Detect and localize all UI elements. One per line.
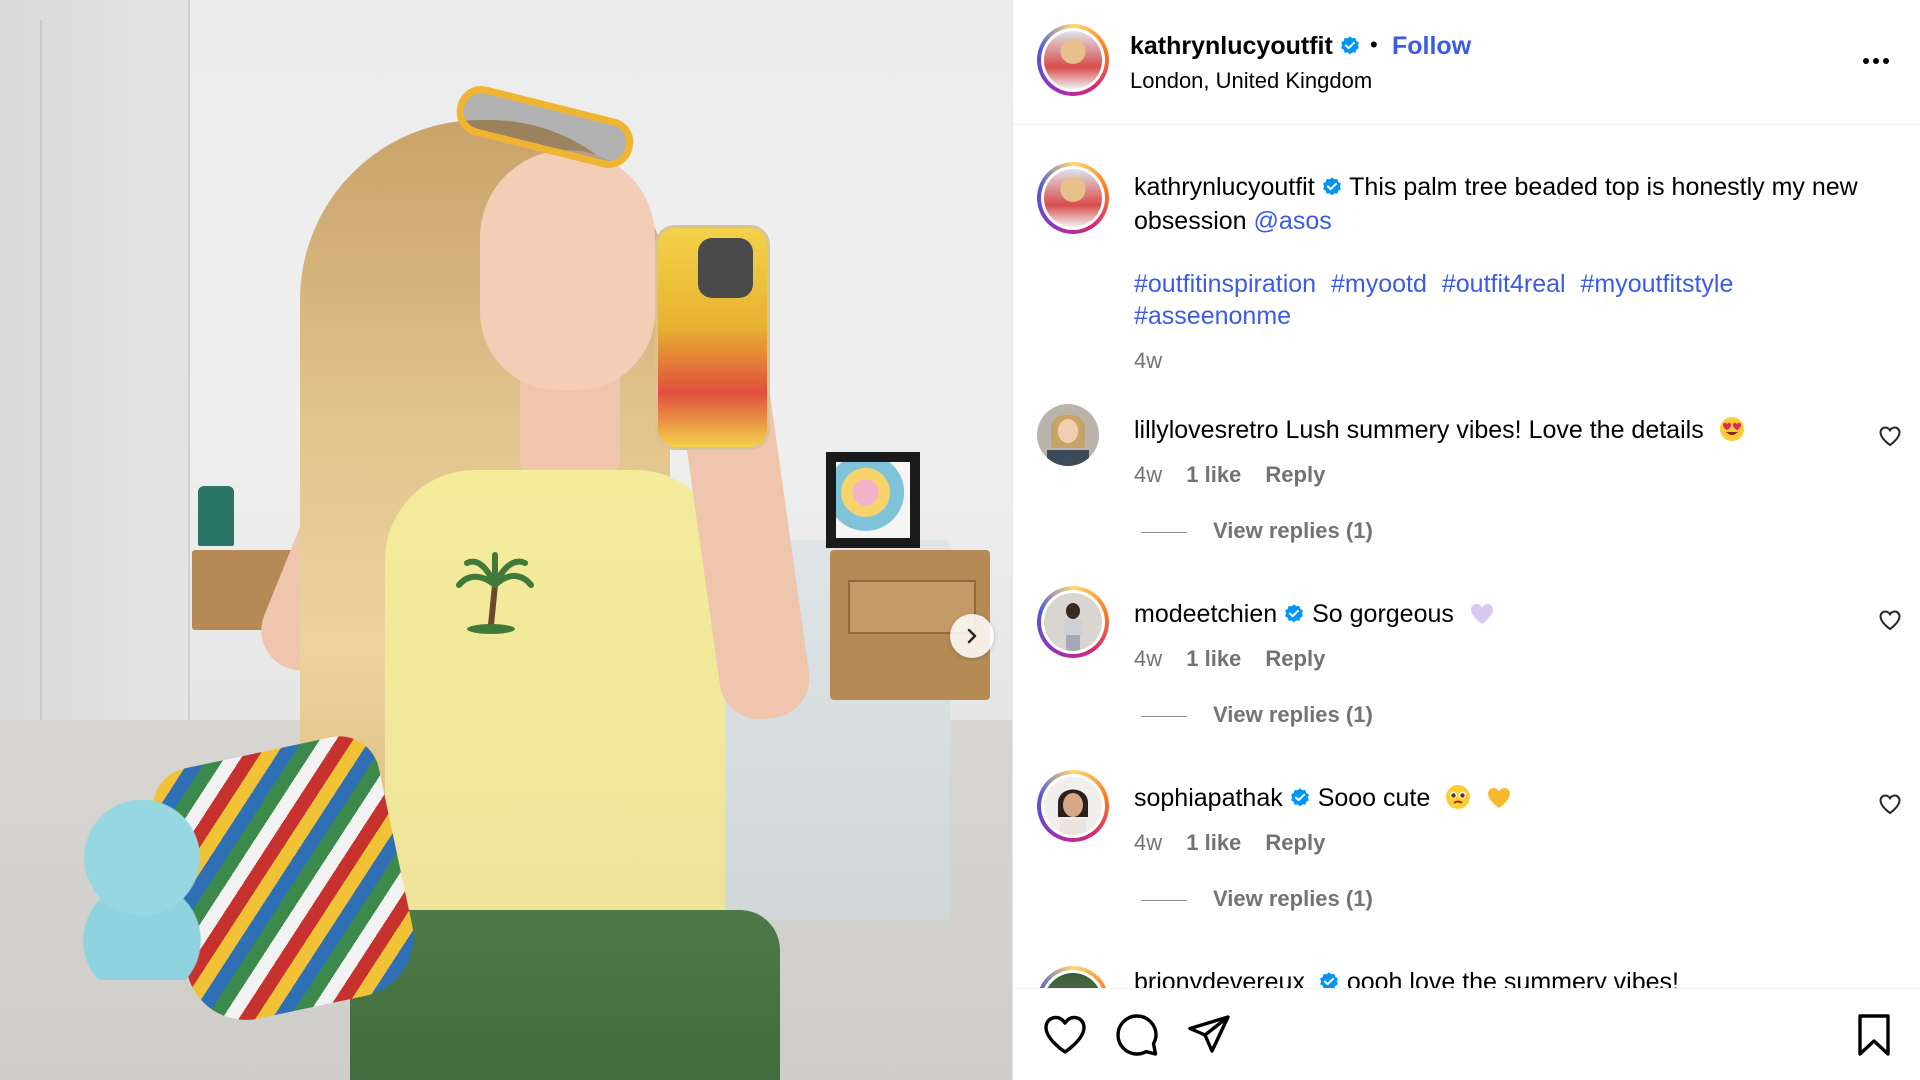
caption-mention[interactable]: @asos bbox=[1254, 207, 1332, 235]
comment-body: oooh love the summery vibes! bbox=[1346, 968, 1679, 988]
photo-face bbox=[480, 150, 655, 390]
next-image-button[interactable] bbox=[950, 614, 994, 658]
commenter-avatar[interactable] bbox=[1037, 586, 1109, 658]
comment-body: Lush summery vibes! Love the details bbox=[1285, 416, 1704, 444]
photo-frame bbox=[826, 452, 920, 548]
send-icon[interactable] bbox=[1185, 1011, 1233, 1059]
comment-timestamp[interactable]: 4w bbox=[1134, 830, 1162, 855]
bookmark-icon[interactable] bbox=[1850, 1011, 1898, 1059]
photo-lamp bbox=[198, 486, 234, 546]
comment-like-heart-icon[interactable] bbox=[1878, 792, 1902, 816]
avatar-photo bbox=[1044, 777, 1102, 835]
comment-username[interactable]: brionydevereux bbox=[1134, 968, 1305, 988]
hashtag-link[interactable]: #asseenonme bbox=[1134, 302, 1291, 330]
commenter-avatar[interactable] bbox=[1037, 966, 1109, 988]
comments-feed[interactable]: kathrynlucyoutfit This palm tree beaded … bbox=[1013, 126, 1920, 988]
heart-icon[interactable] bbox=[1041, 1011, 1089, 1059]
comment-text: lillylovesretro Lush summery vibes! Love… bbox=[1134, 416, 1745, 445]
view-replies-button[interactable]: View replies (1) bbox=[1141, 702, 1373, 728]
photo-skirt bbox=[350, 910, 780, 1080]
caption-avatar[interactable] bbox=[1037, 162, 1109, 234]
photo-phone bbox=[655, 225, 770, 450]
author-avatar[interactable] bbox=[1037, 24, 1109, 96]
comment-like-heart-icon[interactable] bbox=[1878, 424, 1902, 448]
verified-badge-icon bbox=[1340, 36, 1359, 55]
comment-reply-button[interactable]: Reply bbox=[1265, 462, 1325, 487]
hashtag-link[interactable]: #outfitinspiration bbox=[1134, 270, 1316, 298]
post-details-panel: kathrynlucyoutfit • Follow London, Unite… bbox=[1012, 0, 1920, 1080]
comment-likes[interactable]: 1 like bbox=[1186, 462, 1241, 487]
pleading-face-emoji-icon bbox=[1446, 785, 1471, 809]
verified-badge-icon bbox=[1319, 972, 1338, 988]
commenter-avatar[interactable] bbox=[1037, 770, 1109, 842]
comment-text: brionydevereux oooh love the summery vib… bbox=[1134, 968, 1679, 988]
comment-body: Sooo cute bbox=[1317, 784, 1431, 812]
caption-timestamp[interactable]: 4w bbox=[1134, 348, 1162, 374]
comment-text: sophiapathak Sooo cute bbox=[1134, 784, 1512, 813]
hashtag-link[interactable]: #outfit4real bbox=[1442, 270, 1566, 298]
post-action-bar bbox=[1013, 988, 1920, 1080]
photo-palm-tree bbox=[456, 552, 534, 634]
comment-likes[interactable]: 1 like bbox=[1186, 646, 1241, 671]
chevron-right-icon bbox=[967, 628, 977, 644]
photo-top bbox=[385, 470, 725, 950]
caption-hashtags: #outfitinspiration #myootd #outfit4real … bbox=[1134, 268, 1834, 332]
comment-meta: 4w 1 like Reply bbox=[1134, 646, 1343, 672]
header-separator: • bbox=[1370, 32, 1378, 57]
verified-badge-icon bbox=[1285, 604, 1304, 623]
comment-username[interactable]: lillylovesretro bbox=[1134, 416, 1278, 444]
author-username[interactable]: kathrynlucyoutfit bbox=[1130, 32, 1361, 61]
comment-item: sophiapathak Sooo cute 4w 1 like Reply V… bbox=[1013, 770, 1920, 954]
comment-text: modeetchien So gorgeous bbox=[1134, 600, 1495, 629]
comment-timestamp[interactable]: 4w bbox=[1134, 646, 1162, 671]
replies-divider bbox=[1141, 531, 1187, 533]
view-replies-label: View replies (1) bbox=[1213, 886, 1373, 911]
caption-username[interactable]: kathrynlucyoutfit bbox=[1134, 173, 1315, 201]
verified-badge-icon bbox=[1322, 177, 1341, 196]
comment-meta: 4w 1 like Reply bbox=[1134, 462, 1343, 488]
comment-like-heart-icon[interactable] bbox=[1878, 608, 1902, 632]
yellow-heart-emoji-icon bbox=[1488, 788, 1511, 808]
caption-text: kathrynlucyoutfit This palm tree beaded … bbox=[1134, 170, 1894, 238]
post-location[interactable]: London, United Kingdom bbox=[1130, 68, 1372, 94]
view-replies-button[interactable]: View replies (1) bbox=[1141, 886, 1373, 912]
comment-meta: 4w 1 like Reply bbox=[1134, 830, 1343, 856]
view-replies-button[interactable]: View replies (1) bbox=[1141, 518, 1373, 544]
hashtag-link[interactable]: #myootd bbox=[1331, 270, 1427, 298]
comment-username[interactable]: modeetchien bbox=[1134, 600, 1277, 628]
replies-divider bbox=[1141, 715, 1187, 717]
comment-body: So gorgeous bbox=[1312, 600, 1454, 628]
comment-item-partial: brionydevereux oooh love the summery vib… bbox=[1013, 964, 1920, 988]
comment-reply-button[interactable]: Reply bbox=[1265, 830, 1325, 855]
avatar-photo bbox=[1037, 404, 1099, 466]
hashtag-link[interactable]: #myoutfitstyle bbox=[1581, 270, 1734, 298]
purple-heart-emoji-icon bbox=[1470, 604, 1493, 624]
view-replies-label: View replies (1) bbox=[1213, 518, 1373, 543]
post-header: kathrynlucyoutfit • Follow London, Unite… bbox=[1013, 0, 1920, 125]
comment-timestamp[interactable]: 4w bbox=[1134, 462, 1162, 487]
follow-button[interactable]: Follow bbox=[1392, 32, 1471, 61]
verified-badge-icon bbox=[1290, 788, 1309, 807]
replies-divider bbox=[1141, 899, 1187, 901]
comment-item: lillylovesretro Lush summery vibes! Love… bbox=[1013, 402, 1920, 586]
commenter-avatar[interactable] bbox=[1037, 404, 1099, 466]
post-photo[interactable] bbox=[0, 0, 1012, 1080]
heart-eyes-emoji-icon bbox=[1719, 417, 1744, 441]
comment-icon[interactable] bbox=[1113, 1011, 1161, 1059]
avatar-photo bbox=[1044, 593, 1102, 651]
photo-plush-toy bbox=[82, 800, 202, 980]
comment-item: modeetchien So gorgeous 4w 1 like Reply … bbox=[1013, 586, 1920, 770]
comment-username[interactable]: sophiapathak bbox=[1134, 784, 1283, 812]
view-replies-label: View replies (1) bbox=[1213, 702, 1373, 727]
comment-likes[interactable]: 1 like bbox=[1186, 830, 1241, 855]
comment-reply-button[interactable]: Reply bbox=[1265, 646, 1325, 671]
more-options-icon[interactable] bbox=[1860, 46, 1892, 76]
